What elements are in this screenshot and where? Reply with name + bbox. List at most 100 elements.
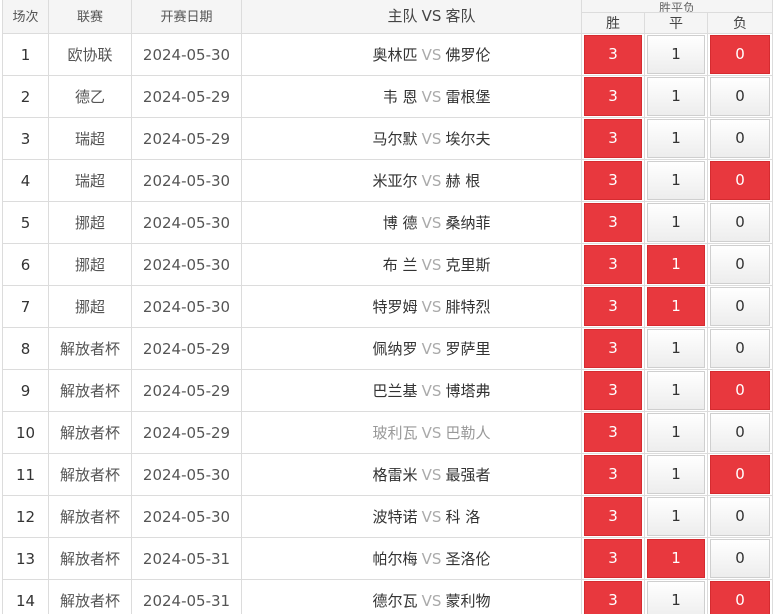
match-index: 7	[2, 285, 49, 328]
header-date: 开赛日期	[131, 0, 242, 34]
away-team: 雷根堡	[445, 88, 491, 106]
match-teams: 特罗姆 VS 腓特烈	[241, 285, 582, 328]
league-name: 挪超	[48, 285, 132, 328]
home-team: 米亚尔	[372, 172, 418, 190]
match-index: 2	[2, 75, 49, 118]
home-team: 马尔默	[372, 130, 418, 148]
match-index: 1	[2, 33, 49, 76]
win-option-button[interactable]: 3	[584, 329, 642, 368]
vs-label: VS	[421, 214, 442, 232]
match-date: 2024-05-29	[131, 411, 242, 454]
win-option-button[interactable]: 3	[584, 287, 642, 326]
match-teams: 玻利瓦 VS 巴勒人	[241, 411, 582, 454]
lose-option-button[interactable]: 0	[710, 203, 771, 242]
vs-label: VS	[421, 172, 442, 190]
draw-option-button[interactable]: 1	[647, 203, 705, 242]
draw-option-button[interactable]: 1	[647, 119, 705, 158]
vs-label: VS	[421, 382, 442, 400]
table-row: 11 解放者杯 2024-05-30 格雷米 VS 最强者 3 1 0	[2, 453, 773, 496]
table-row: 10 解放者杯 2024-05-29 玻利瓦 VS 巴勒人 3 1 0	[2, 411, 773, 454]
header-away: 客队	[445, 6, 476, 25]
draw-option-button[interactable]: 1	[647, 455, 705, 494]
win-option-button[interactable]: 3	[584, 35, 642, 74]
match-table: 场次 联赛 开赛日期 主队 VS 客队 胜平负 胜 平 负 1 欧协联 2024-05-…	[2, 0, 773, 614]
away-team: 科 洛	[445, 508, 481, 526]
table-row: 2 德乙 2024-05-29 韦 恩 VS 雷根堡 3 1 0	[2, 75, 773, 118]
header-home: 主队	[387, 6, 418, 25]
draw-option-button[interactable]: 1	[647, 287, 705, 326]
lose-option-button[interactable]: 0	[710, 413, 771, 452]
win-option-button[interactable]: 3	[584, 203, 642, 242]
match-teams: 巴兰基 VS 博塔弗	[241, 369, 582, 412]
home-team: 佩纳罗	[372, 340, 418, 358]
lose-option-button[interactable]: 0	[710, 497, 771, 536]
table-row: 1 欧协联 2024-05-30 奥林匹 VS 佛罗伦 3 1 0	[2, 33, 773, 76]
win-option-button[interactable]: 3	[584, 539, 642, 578]
draw-option-button[interactable]: 1	[647, 245, 705, 284]
league-name: 解放者杯	[48, 495, 132, 538]
lose-option-button[interactable]: 0	[710, 161, 771, 200]
lose-option-button[interactable]: 0	[710, 329, 771, 368]
win-option-button[interactable]: 3	[584, 455, 642, 494]
lose-option-button[interactable]: 0	[710, 287, 771, 326]
away-team: 埃尔夫	[445, 130, 491, 148]
match-list: 1 欧协联 2024-05-30 奥林匹 VS 佛罗伦 3 1 0 2 德乙 2024-05-29 韦 …	[2, 33, 773, 614]
lose-option-button[interactable]: 0	[710, 581, 771, 614]
home-team: 韦 恩	[382, 88, 418, 106]
home-team: 博 德	[382, 214, 418, 232]
draw-option-button[interactable]: 1	[647, 581, 705, 614]
draw-option-button[interactable]: 1	[647, 161, 705, 200]
lose-option-button[interactable]: 0	[710, 455, 771, 494]
lose-option-button[interactable]: 0	[710, 539, 771, 578]
vs-label: VS	[421, 88, 442, 106]
lose-option-button[interactable]: 0	[710, 245, 771, 284]
win-option-button[interactable]: 3	[584, 581, 642, 614]
draw-option-button[interactable]: 1	[647, 35, 705, 74]
league-name: 解放者杯	[48, 579, 132, 614]
home-team: 波特诺	[372, 508, 418, 526]
table-row: 12 解放者杯 2024-05-30 波特诺 VS 科 洛310	[2, 495, 773, 538]
win-option-button[interactable]: 3	[584, 119, 642, 158]
match-index: 10	[2, 411, 49, 454]
win-option-button[interactable]: 3	[584, 371, 642, 410]
win-option-button[interactable]: 3	[584, 245, 642, 284]
match-date: 2024-05-30	[131, 159, 242, 202]
match-teams: 德尔瓦 VS 蒙利物	[241, 579, 582, 614]
away-team: 桑纳菲	[445, 214, 491, 232]
lose-option-button[interactable]: 0	[710, 371, 771, 410]
league-name: 解放者杯	[48, 453, 132, 496]
win-option-button[interactable]: 3	[584, 77, 642, 116]
match-index: 11	[2, 453, 49, 496]
match-teams: 帕尔梅 VS 圣洛伦	[241, 537, 582, 580]
table-row: 14 解放者杯 2024-05-31 德尔瓦 VS 蒙利物 3 1 0	[2, 579, 773, 614]
league-name: 瑞超	[48, 117, 132, 160]
win-option-button[interactable]: 3	[584, 413, 642, 452]
match-teams: 韦 恩 VS 雷根堡	[241, 75, 582, 118]
lose-option-button[interactable]: 0	[710, 77, 771, 116]
header-index: 场次	[2, 0, 49, 34]
draw-option-button[interactable]: 1	[647, 497, 705, 536]
draw-option-button[interactable]: 1	[647, 77, 705, 116]
draw-option-button[interactable]: 1	[647, 539, 705, 578]
match-date: 2024-05-30	[131, 285, 242, 328]
away-team: 佛罗伦	[445, 46, 491, 64]
away-team: 博塔弗	[445, 382, 491, 400]
match-teams: 波特诺 VS 科 洛	[241, 495, 582, 538]
vs-label: VS	[421, 256, 442, 274]
vs-label: VS	[421, 130, 442, 148]
lose-option-button[interactable]: 0	[710, 119, 771, 158]
draw-option-button[interactable]: 1	[647, 329, 705, 368]
vs-label: VS	[421, 508, 442, 526]
draw-option-button[interactable]: 1	[647, 371, 705, 410]
header-vs: VS	[421, 6, 442, 25]
win-option-button[interactable]: 3	[584, 161, 642, 200]
header-lose: 负	[706, 12, 773, 34]
match-date: 2024-05-29	[131, 327, 242, 370]
draw-option-button[interactable]: 1	[647, 413, 705, 452]
win-option-button[interactable]: 3	[584, 497, 642, 536]
away-team: 克里斯	[445, 256, 491, 274]
match-teams: 布 兰 VS 克里斯	[241, 243, 582, 286]
lose-option-button[interactable]: 0	[710, 35, 771, 74]
match-index: 14	[2, 579, 49, 614]
match-date: 2024-05-29	[131, 75, 242, 118]
